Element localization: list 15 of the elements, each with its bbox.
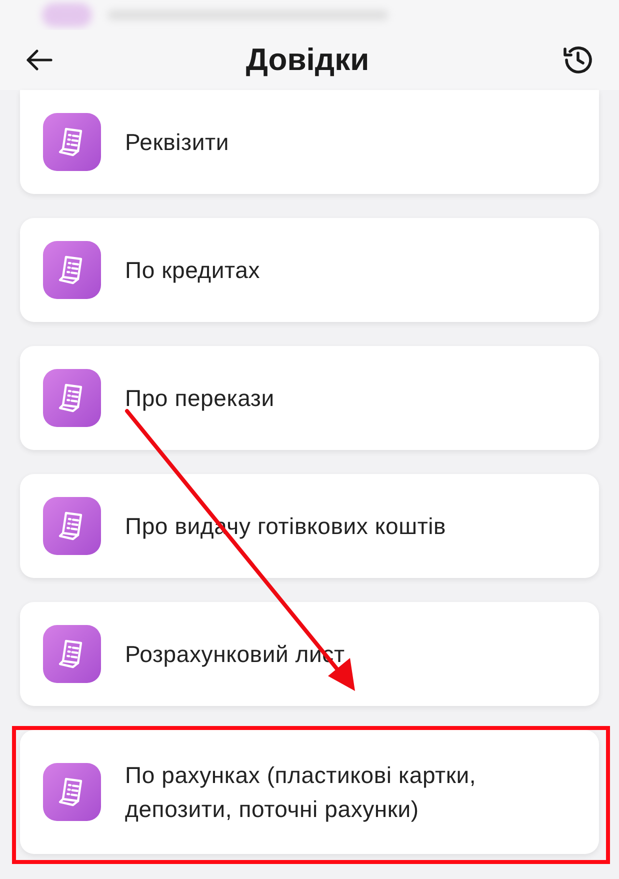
item-label: По рахунках (пластикові картки, депозити, поточні рахунки): [125, 761, 478, 824]
document-icon: [43, 497, 101, 555]
list-item[interactable]: По рахунках (пластикові картки, депозити, поточні рахунки): [20, 730, 599, 854]
item-label: Реквізити: [125, 128, 229, 157]
document-icon: [43, 763, 101, 821]
document-icon: [43, 625, 101, 683]
document-icon: [43, 241, 101, 299]
list-item[interactable]: По кредитах: [20, 218, 599, 322]
document-icon: [43, 113, 101, 171]
item-label: Про перекази: [125, 384, 274, 413]
list-item[interactable]: Про перекази: [20, 346, 599, 450]
list-item[interactable]: Реквізити: [20, 90, 599, 194]
page-title: Довідки: [246, 40, 370, 79]
item-label: По кредитах: [125, 256, 260, 285]
document-icon: [43, 369, 101, 427]
